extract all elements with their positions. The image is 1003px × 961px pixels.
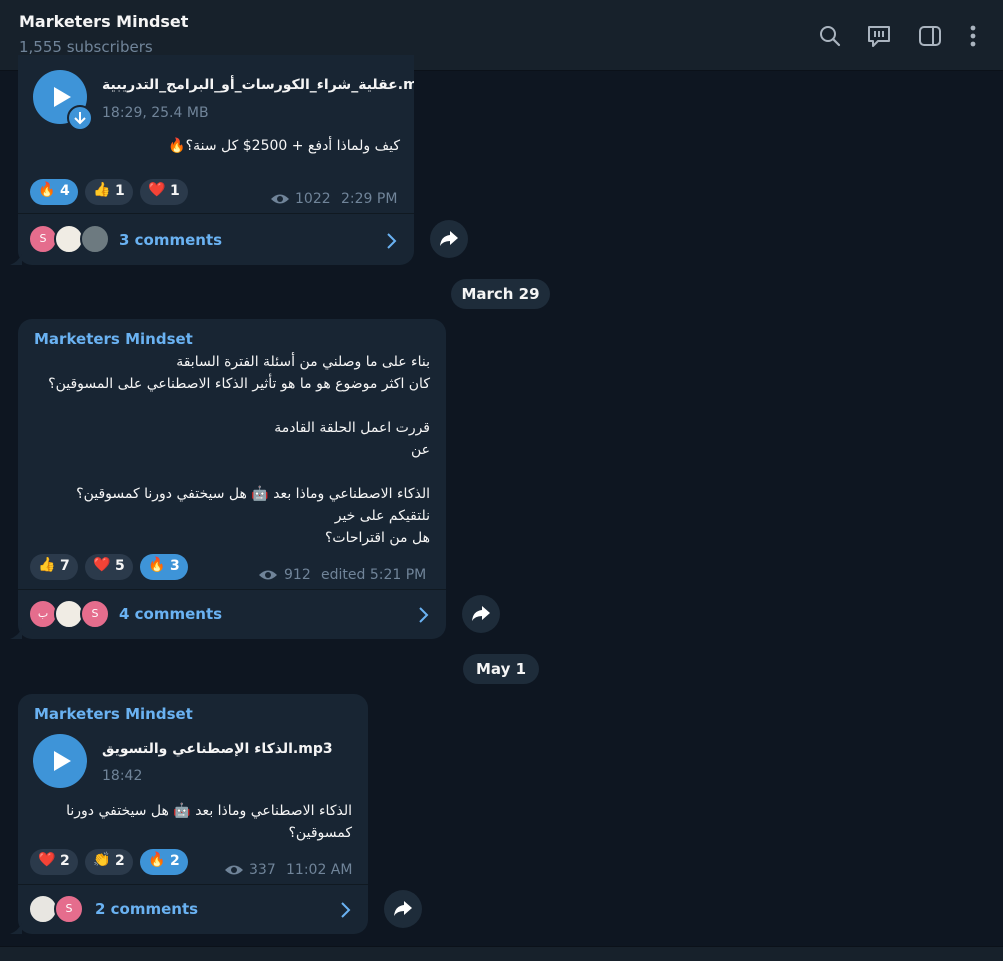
chevron-right-icon — [387, 233, 397, 249]
thumbs-up-emoji-icon: 👍 — [38, 557, 56, 573]
chevron-right-icon — [419, 607, 429, 623]
comments-count: 4 comments — [119, 605, 223, 623]
share-button[interactable] — [462, 595, 500, 633]
avatar — [80, 224, 110, 254]
share-button[interactable] — [384, 890, 422, 928]
sender-name[interactable]: Marketers Mindset — [34, 705, 193, 723]
reaction-clap[interactable]: 👏 2 — [85, 849, 133, 875]
audio-file-meta: 18:29, 25.4 MB — [102, 105, 209, 121]
message-text: كيف ولماذا أدفع + 2500$ كل سنة؟🔥 — [168, 138, 400, 154]
subscriber-count: 1,555 subscribers — [19, 38, 153, 56]
message-bubble: Marketers Mindset بناء على ما وصلني من أ… — [18, 319, 446, 639]
heart-emoji-icon: ❤️ — [93, 557, 111, 573]
channel-title[interactable]: Marketers Mindset — [19, 12, 188, 31]
fire-emoji-icon: 🔥 — [38, 182, 56, 198]
reaction-heart[interactable]: ❤️ 5 — [85, 554, 133, 580]
sender-name[interactable]: Marketers Mindset — [34, 330, 193, 348]
thumbs-up-emoji-icon: 👍 — [93, 182, 111, 198]
comments-link[interactable]: S 3 comments — [18, 213, 414, 265]
download-icon[interactable] — [67, 105, 93, 131]
heart-emoji-icon: ❤️ — [38, 852, 56, 868]
reaction-thumbs-up[interactable]: 👍 1 — [85, 179, 133, 205]
views-eye-icon — [271, 194, 289, 204]
comments-count: 2 comments — [95, 900, 199, 918]
view-count: 337 — [249, 862, 276, 878]
chevron-right-icon — [341, 902, 351, 918]
comments-link[interactable]: ب S 4 comments — [18, 589, 446, 639]
comments-count: 3 comments — [119, 231, 223, 249]
share-icon — [394, 901, 412, 916]
reaction-fire[interactable]: 🔥 4 — [30, 179, 78, 205]
message-time: 11:02 AM — [286, 862, 353, 878]
date-separator: March 29 — [451, 279, 550, 309]
heart-emoji-icon: ❤️ — [148, 182, 166, 198]
fire-emoji-icon: 🔥 — [148, 852, 166, 868]
bubble-tail — [10, 923, 22, 934]
share-button[interactable] — [430, 220, 468, 258]
more-vertical-icon[interactable] — [960, 23, 986, 49]
share-icon — [440, 231, 458, 246]
bottom-bar — [0, 946, 1003, 961]
fire-emoji-icon: 🔥 — [148, 557, 166, 573]
message-time: edited 5:21 PM — [321, 567, 427, 583]
message-bubble: عقلية_شراء_الكورسات_أو_البرامج_التدريبية… — [18, 55, 414, 265]
reaction-fire[interactable]: 🔥 3 — [140, 554, 188, 580]
audio-file-name[interactable]: عقلية_شراء_الكورسات_أو_البرامج_التدريبية… — [102, 77, 414, 93]
views-eye-icon — [225, 865, 243, 875]
comments-link[interactable]: S 2 comments — [18, 884, 368, 934]
view-count: 912 — [284, 567, 311, 583]
audio-file-meta: 18:42 — [102, 768, 143, 784]
search-icon[interactable] — [817, 23, 843, 49]
reaction-thumbs-up[interactable]: 👍 7 — [30, 554, 78, 580]
reaction-heart[interactable]: ❤️ 1 — [140, 179, 188, 205]
reaction-heart[interactable]: ❤️ 2 — [30, 849, 78, 875]
bubble-tail — [10, 628, 22, 639]
clap-emoji-icon: 👏 — [93, 852, 111, 868]
play-icon — [54, 751, 71, 771]
message-time: 2:29 PM — [341, 191, 398, 207]
views-eye-icon — [259, 570, 277, 580]
sidebar-toggle-icon[interactable] — [917, 23, 943, 49]
message-text: بناء على ما وصلني من أسئلة الفترة السابق… — [48, 354, 430, 546]
message-text: الذكاء الاصطناعي وماذا بعد 🤖 هل سيختفي د… — [66, 803, 352, 841]
play-button[interactable] — [33, 734, 87, 788]
date-separator: May 1 — [463, 654, 539, 684]
share-icon — [472, 606, 490, 621]
reaction-fire[interactable]: 🔥 2 — [140, 849, 188, 875]
avatar: S — [54, 894, 84, 924]
audio-file-name[interactable]: الذكاء الإصطناعي والتسويق.mp3 — [102, 741, 333, 757]
avatar: S — [80, 599, 110, 629]
message-bubble: Marketers Mindset الذكاء الإصطناعي والتس… — [18, 694, 368, 934]
bubble-tail — [10, 254, 22, 265]
view-count: 1022 — [295, 191, 331, 207]
discussion-icon[interactable] — [866, 23, 892, 49]
